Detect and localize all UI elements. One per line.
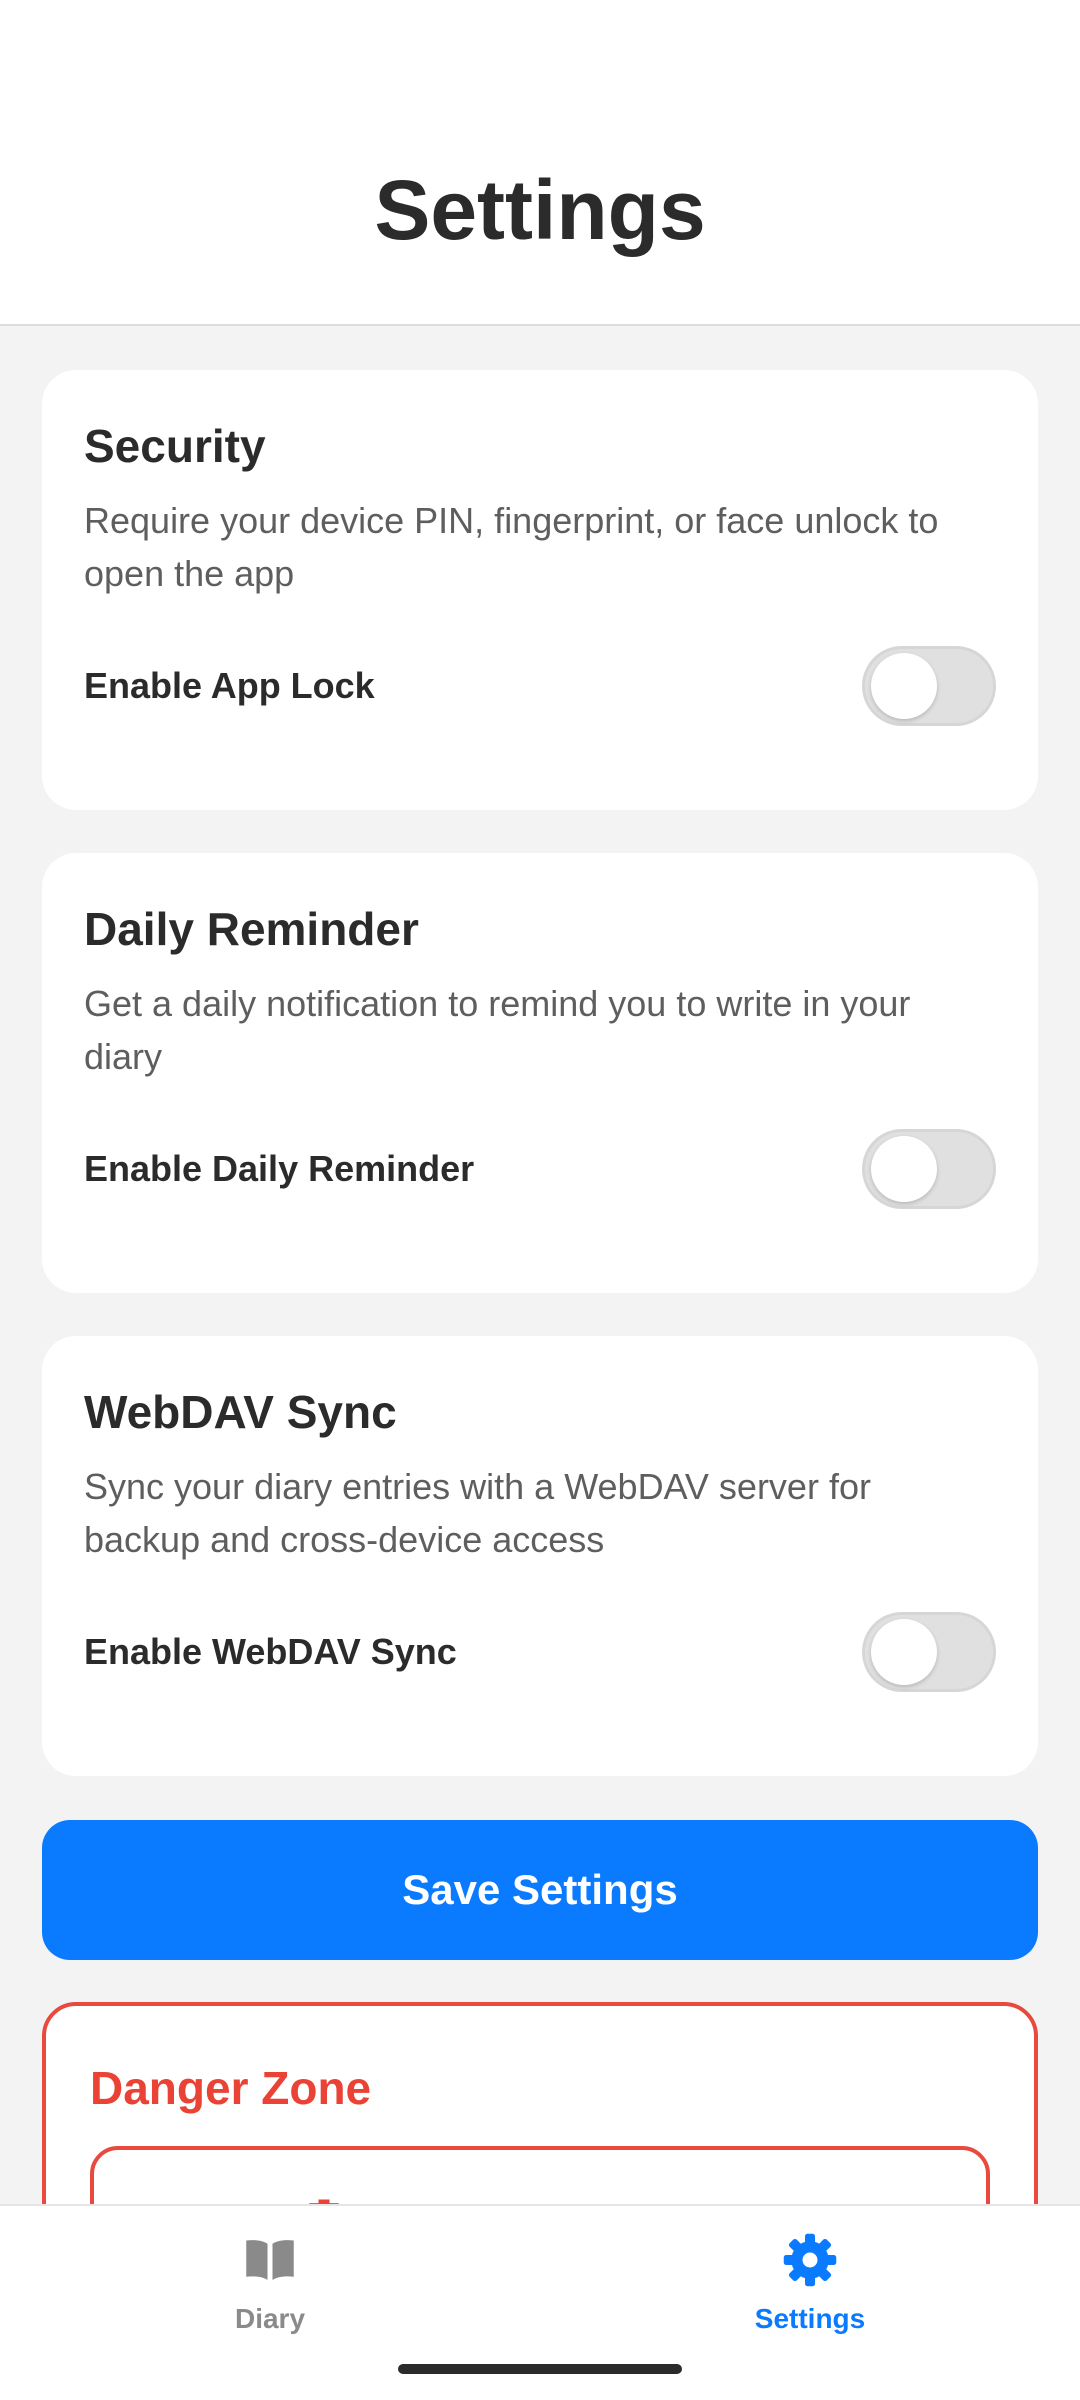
toggle-knob xyxy=(871,653,937,719)
header: Settings xyxy=(0,0,1080,326)
daily-reminder-description: Get a daily notification to remind you t… xyxy=(84,983,911,1077)
webdav-sync-label: Enable WebDAV Sync xyxy=(84,1631,457,1672)
daily-reminder-label: Enable Daily Reminder xyxy=(84,1148,475,1189)
page-title: Settings xyxy=(374,163,706,257)
nav-label-diary: Diary xyxy=(234,2303,306,2334)
toggle-knob xyxy=(871,1619,937,1685)
save-settings-button[interactable]: Save Settings xyxy=(42,1820,1038,1960)
danger-zone-card: Danger Zone xyxy=(42,2002,1038,2204)
app-lock-label: Enable App Lock xyxy=(84,665,375,706)
daily-reminder-card: Daily Reminder Get a daily notification … xyxy=(42,853,1038,1293)
nav-label-settings: Settings xyxy=(754,2303,866,2334)
security-description: Require your device PIN, fingerprint, or… xyxy=(84,500,939,594)
home-indicator[interactable] xyxy=(398,2364,682,2374)
danger-zone-button[interactable] xyxy=(90,2146,990,2204)
webdav-sync-toggle[interactable] xyxy=(862,1612,996,1692)
webdav-sync-title: WebDAV Sync xyxy=(84,1386,397,1438)
security-title: Security xyxy=(84,420,266,472)
settings-screen: Settings Security Require your device PI… xyxy=(0,0,1080,2400)
nav-item-diary[interactable]: Diary xyxy=(170,2230,370,2350)
danger-zone-title: Danger Zone xyxy=(90,2062,372,2114)
security-card: Security Require your device PIN, finger… xyxy=(42,370,1038,810)
book-icon xyxy=(246,2240,294,2280)
daily-reminder-toggle[interactable] xyxy=(862,1129,996,1209)
webdav-sync-description: Sync your diary entries with a WebDAV se… xyxy=(84,1466,871,1560)
trash-icon xyxy=(309,2199,339,2204)
app-lock-toggle[interactable] xyxy=(862,646,996,726)
settings-content[interactable]: Security Require your device PIN, finger… xyxy=(0,328,1080,2204)
toggle-knob xyxy=(871,1136,937,1202)
webdav-sync-card: WebDAV Sync Sync your diary entries with… xyxy=(42,1336,1038,1776)
nav-item-settings[interactable]: Settings xyxy=(710,2230,910,2350)
daily-reminder-title: Daily Reminder xyxy=(84,903,419,955)
gear-icon xyxy=(783,2233,837,2287)
